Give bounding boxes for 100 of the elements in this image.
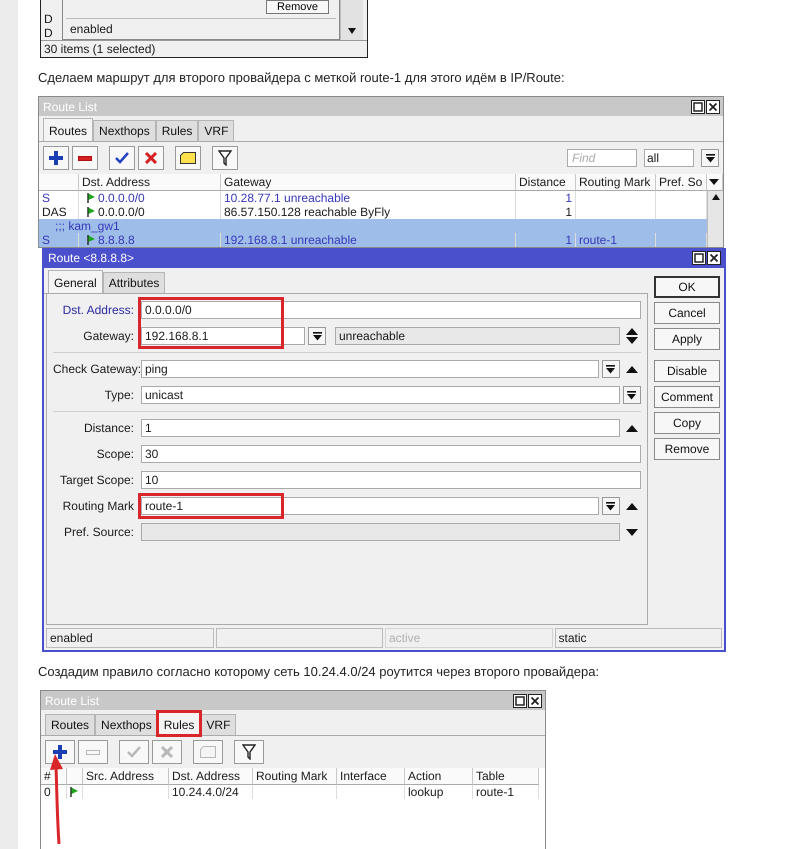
table-cell: route-1 (476, 785, 514, 799)
flag-icon (87, 235, 95, 245)
column-header[interactable]: Gateway (221, 174, 516, 191)
maximize-icon[interactable] (691, 100, 705, 114)
dropdown-icon (706, 154, 714, 162)
flag-icon (87, 193, 95, 203)
find-field[interactable]: Find (567, 149, 637, 167)
tab[interactable]: Nexthops (95, 714, 158, 735)
dialog-button[interactable]: Apply (654, 328, 720, 350)
enable-button[interactable] (109, 146, 135, 170)
table-cell: 0.0.0.0/0 (98, 205, 145, 219)
input-field[interactable]: 10 (141, 471, 641, 489)
column-menu-icon[interactable] (709, 179, 719, 185)
filter-button[interactable] (212, 146, 238, 170)
remove-button[interactable] (72, 146, 98, 170)
column-header[interactable]: Action (405, 768, 473, 785)
input-field[interactable]: ping (141, 360, 599, 378)
dialog-button[interactable]: Cancel (654, 302, 720, 324)
tab[interactable]: Routes (43, 118, 94, 141)
status-field: unreachable (335, 327, 620, 345)
table-cell: 1 (565, 191, 572, 205)
dropdown-button[interactable] (602, 497, 620, 515)
close-icon[interactable] (706, 100, 720, 114)
dropdown-icon (627, 390, 636, 400)
comment-button[interactable] (175, 146, 201, 170)
close-icon[interactable] (528, 694, 542, 708)
column-header[interactable]: Dst. Address (79, 174, 221, 191)
table-cell: S (42, 233, 50, 247)
tab[interactable]: Routes (45, 714, 96, 735)
table-cell: 8.8.8.8 (98, 233, 135, 247)
maximize-icon[interactable] (513, 694, 527, 708)
cross-icon (161, 746, 173, 758)
paragraph: Сделаем маршрут для второго провайдера с меткой route-1 для этого идём в IP/Route: (38, 70, 566, 86)
up-arrow-icon[interactable] (626, 366, 638, 372)
column-header[interactable]: Pref. So (656, 174, 707, 191)
table-cell: 192.168.8.1 unreachable (224, 233, 357, 247)
input-field[interactable]: 192.168.8.1 (141, 327, 305, 345)
remove-button[interactable]: Remove (266, 0, 329, 14)
comment-row[interactable]: ;;; kam_gw1 (39, 219, 707, 233)
column-header[interactable]: Distance (516, 174, 576, 191)
plus-icon (49, 151, 63, 165)
scrollbar[interactable] (340, 0, 363, 40)
field-label: Scope: (96, 447, 135, 461)
dialog-button[interactable]: Copy (654, 412, 720, 434)
dialog-button[interactable]: Disable (654, 360, 720, 382)
field-label: Distance: (82, 421, 135, 435)
input-field[interactable]: route-1 (141, 497, 599, 515)
cross-icon (145, 152, 157, 164)
filter-button[interactable] (234, 740, 264, 764)
scroll-down-icon[interactable] (348, 28, 356, 34)
input-field[interactable]: 1 (141, 419, 620, 437)
table-cell: DAS (42, 205, 67, 219)
field-label: Check Gateway: (53, 362, 141, 376)
flag-icon (87, 207, 95, 217)
input-field[interactable]: 0.0.0.0/0 (141, 301, 641, 319)
up-arrow-icon[interactable] (626, 424, 638, 432)
field-label: Dst. Address: (62, 303, 135, 317)
column-header[interactable]: Routing Mark (253, 768, 337, 785)
paragraph: Создадим правило согласно которому сеть 10.24.4.0/24 роутится через второго провайдера: (38, 664, 600, 680)
field-label: Type: (104, 388, 135, 402)
filter-select[interactable]: all (644, 149, 694, 167)
add-button[interactable] (45, 740, 75, 764)
input-field[interactable] (141, 523, 620, 541)
tab[interactable]: Nexthops (93, 120, 156, 141)
dropdown-button[interactable] (308, 327, 326, 345)
tab[interactable]: VRF (198, 120, 234, 141)
column-header[interactable]: Src. Address (83, 768, 169, 785)
field-label: Pref. Source: (62, 525, 135, 539)
dropdown-button[interactable] (701, 149, 719, 167)
dialog-button[interactable]: Comment (654, 386, 720, 408)
maximize-icon[interactable] (692, 251, 706, 265)
input-field[interactable]: 30 (141, 445, 641, 463)
tab[interactable]: General (48, 270, 103, 293)
column-header[interactable]: Table (473, 768, 539, 785)
dropdown-button[interactable] (622, 386, 641, 404)
add-button[interactable] (43, 146, 69, 170)
tab[interactable]: Rules (156, 120, 198, 141)
column-header[interactable]: Routing Mark (576, 174, 656, 191)
scroll-up-icon[interactable] (712, 194, 720, 200)
input-field[interactable]: unicast (141, 386, 620, 404)
tab[interactable]: Rules (158, 712, 200, 735)
table-row[interactable]: S 8.8.8.8 192.168.8.1 unreachable 1 route-1 (39, 233, 707, 247)
dialog-button[interactable]: OK (654, 276, 720, 298)
tab[interactable]: VRF (200, 714, 236, 735)
dropdown-button[interactable] (602, 360, 620, 378)
disable-button[interactable] (138, 146, 164, 170)
row-status-text: D (44, 12, 54, 26)
dialog-button[interactable]: Remove (654, 438, 720, 460)
scrollbar[interactable] (707, 191, 723, 247)
down-arrow-icon[interactable] (626, 528, 638, 536)
column-header[interactable]: Interface (337, 768, 405, 785)
dropdown-icon (312, 332, 322, 340)
check-icon (115, 152, 129, 164)
close-icon[interactable] (707, 251, 721, 265)
status-cell: enabled (46, 628, 214, 648)
up-arrow-icon[interactable] (626, 502, 638, 510)
up-down-arrow-icon[interactable] (626, 328, 638, 344)
tab[interactable]: Attributes (102, 272, 166, 293)
minus-icon (78, 156, 92, 160)
column-header[interactable]: Dst. Address (169, 768, 253, 785)
